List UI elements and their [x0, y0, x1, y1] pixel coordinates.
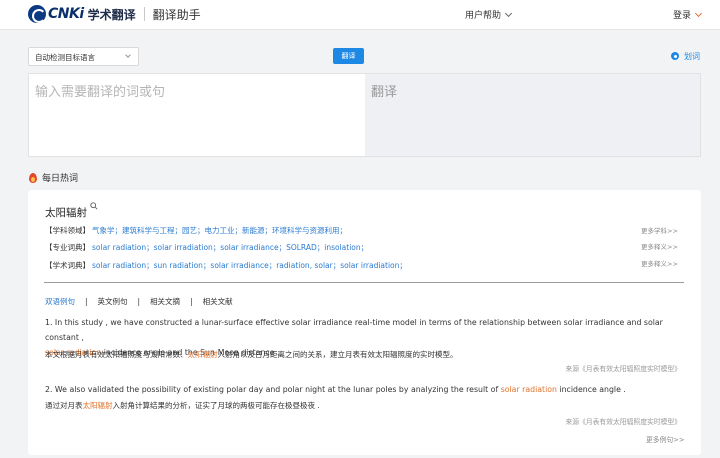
- example-1-chinese: 本文根据月表有效太阳辐照度与太阳常数、太阳辐射入射角以及日月距离之间的关系，建立…: [45, 347, 685, 362]
- more-examples-link[interactable]: 更多例句>>: [646, 434, 685, 444]
- translate-button[interactable]: 翻译: [333, 48, 364, 64]
- tab-english-examples[interactable]: 英文例句: [98, 297, 128, 306]
- hot-term: 太阳辐射: [45, 207, 87, 219]
- word-select-label[interactable]: 划词: [684, 51, 700, 62]
- daily-hot-words-label: 每日热词: [42, 174, 79, 184]
- chevron-down-icon: [694, 9, 703, 18]
- chevron-down-icon: [125, 52, 131, 58]
- logo-cn-text: 学术翻译: [87, 7, 136, 22]
- tab-related-abstracts[interactable]: 相关文摘: [150, 297, 180, 306]
- example-2-english: 2. We also validated the possibility of …: [45, 382, 685, 397]
- tab-bilingual-examples[interactable]: 双语例句: [45, 297, 75, 306]
- example-2-source[interactable]: 来源《月表有效太阳辐照度实时模型》: [565, 416, 681, 426]
- example-1-cn-highlight: 太阳辐射: [187, 350, 218, 359]
- professional-dict-row: 【专业词典】 solar radiation；solar irradiation；…: [45, 242, 368, 253]
- translate-panes: 输入需要翻译的词或句 翻译: [28, 73, 701, 157]
- professional-dict-values[interactable]: solar radiation；solar irradiation；solar …: [92, 243, 368, 252]
- tab-related-literature[interactable]: 相关文献: [203, 297, 233, 306]
- target-language-value: 自动检测目标语言: [35, 53, 95, 62]
- output-placeholder: 翻译: [371, 85, 398, 100]
- professional-dict-label: 【专业词典】: [45, 243, 90, 252]
- app-subtitle: 翻译助手: [152, 7, 201, 22]
- source-placeholder: 输入需要翻译的词或句: [35, 85, 166, 100]
- example-2-en-highlight: solar radiation: [500, 385, 557, 394]
- tab-separator: |: [190, 297, 193, 306]
- subject-field-row: 【学科领域】 气象学；建筑科学与工程；园艺；电力工业；新能源；环境科学与资源利用；: [45, 225, 347, 236]
- source-text-input[interactable]: 输入需要翻译的词或句: [29, 74, 365, 156]
- logo-divider: [143, 7, 145, 21]
- cnki-logo-icon: [28, 5, 46, 23]
- logo-text: CNKi: [48, 6, 84, 22]
- example-2-cn-highlight: 太阳辐射: [82, 401, 113, 410]
- more-definitions-link[interactable]: 更多释义>>: [641, 258, 678, 268]
- academic-dict-label: 【学术词典】: [45, 261, 90, 270]
- example-2-chinese: 通过对月表太阳辐射入射角计算结果的分析，证实了月球的两极可能存在极昼极夜 .: [45, 398, 685, 413]
- login-menu[interactable]: 登录: [673, 8, 703, 21]
- subject-field-label: 【学科领域】: [45, 226, 90, 235]
- example-2-cn-text-end: 入射角计算结果的分析，证实了月球的两极可能存在极昼极夜 .: [112, 401, 320, 410]
- hot-word-card: 太阳辐射 【学科领域】 气象学；建筑科学与工程；园艺；电力工业；新能源；环境科学与…: [28, 190, 701, 455]
- example-2-en-text-end: incidence angle .: [556, 385, 626, 394]
- translation-output: 翻译: [365, 74, 700, 156]
- flame-icon: [29, 172, 37, 183]
- user-help-label: 用户帮助: [465, 11, 502, 21]
- example-2-en-text: 2. We also validated the possibility of …: [45, 385, 501, 394]
- more-subjects-link[interactable]: 更多学科>>: [641, 225, 678, 235]
- subject-field-values[interactable]: 气象学；建筑科学与工程；园艺；电力工业；新能源；环境科学与资源利用；: [92, 226, 347, 235]
- section-divider: [44, 282, 684, 283]
- target-language-select[interactable]: 自动检测目标语言: [28, 47, 139, 66]
- example-1-cn-text: 本文根据月表有效太阳辐照度与太阳常数、: [45, 350, 188, 359]
- tab-separator: |: [85, 297, 88, 306]
- example-1-source[interactable]: 来源《月表有效太阳辐照度实时模型》: [565, 363, 681, 373]
- login-label: 登录: [673, 11, 692, 21]
- academic-dict-row: 【学术词典】 solar radiation；sun radiation；sola…: [45, 260, 407, 271]
- cnki-logo[interactable]: CNKi 学术翻译 翻译助手: [28, 4, 201, 24]
- chevron-down-icon: [504, 9, 513, 18]
- word-select-radio[interactable]: [671, 52, 679, 60]
- search-icon[interactable]: [90, 202, 98, 210]
- more-definitions-link[interactable]: 更多释义>>: [641, 241, 678, 251]
- top-header: CNKi 学术翻译 翻译助手 用户帮助 登录: [0, 0, 720, 30]
- daily-hot-words-title: 每日热词: [29, 171, 78, 184]
- example-1-cn-text-end: 入射角以及日月距离之间的关系，建立月表有效太阳辐照度的实时模型。: [217, 350, 458, 359]
- tab-separator: |: [137, 297, 141, 306]
- example-2-cn-text: 通过对月表: [45, 401, 83, 410]
- user-help-menu[interactable]: 用户帮助: [465, 8, 513, 21]
- example-tabs: 双语例句 | 英文例句 | 相关文摘 | 相关文献: [45, 296, 233, 307]
- academic-dict-values[interactable]: solar radiation；sun radiation；solar irra…: [92, 261, 407, 270]
- example-1-en-text: 1. In this study , we have constructed a…: [45, 318, 663, 342]
